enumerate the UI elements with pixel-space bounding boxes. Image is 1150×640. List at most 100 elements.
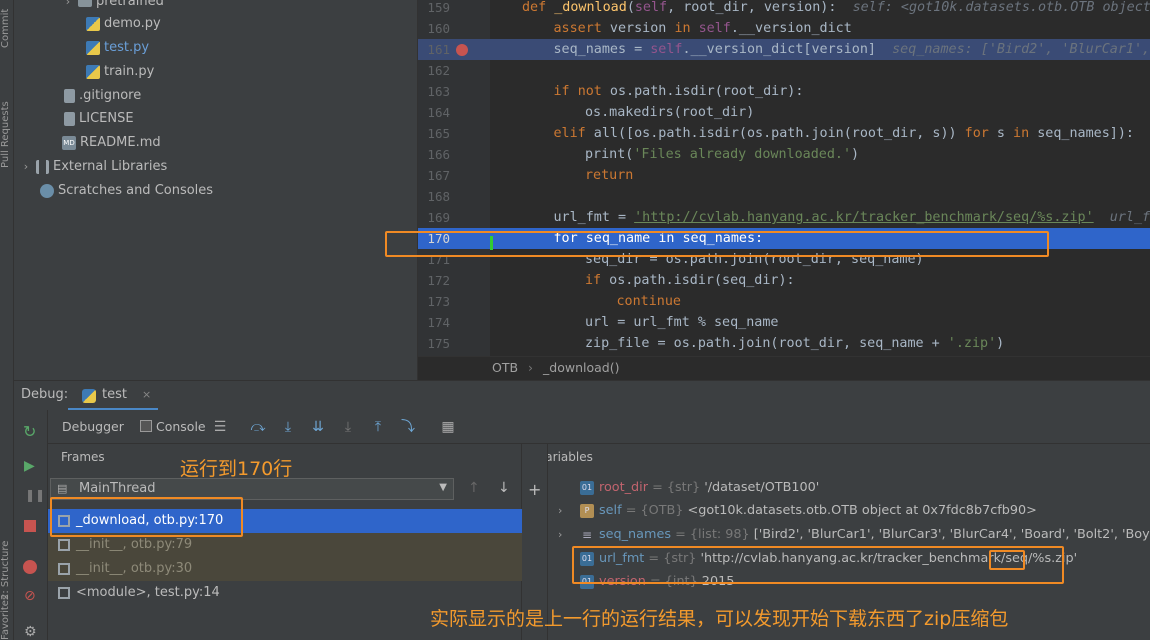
- line-number: 161: [427, 42, 450, 57]
- debug-config-tab[interactable]: test ×: [68, 381, 158, 411]
- stop-icon[interactable]: [24, 520, 36, 532]
- resume-icon[interactable]: ▶: [24, 458, 35, 474]
- expand-arrow-icon[interactable]: ›: [20, 156, 32, 178]
- tab-debugger[interactable]: Debugger: [62, 419, 124, 434]
- variable-name: self: [599, 503, 622, 518]
- structure-tab[interactable]: 2: Structure: [0, 520, 14, 600]
- variable-icon: 01: [580, 481, 594, 495]
- code-editor[interactable]: 159 def _download(self, root_dir, version…: [418, 0, 1150, 356]
- frame-icon: [58, 587, 70, 599]
- inline-value-hint: seq_names: ['Bird2', 'BlurCar1',: [892, 42, 1150, 57]
- evaluate-expression-icon[interactable]: ▦: [440, 419, 456, 435]
- line-number: 173: [427, 294, 450, 309]
- tree-item-train-py[interactable]: train.py: [86, 61, 154, 83]
- tree-label: demo.py: [104, 16, 161, 31]
- favorites-tab[interactable]: Favorites: [0, 595, 14, 640]
- pause-icon[interactable]: ❚❚: [25, 488, 45, 502]
- expand-arrow-icon[interactable]: ›: [558, 523, 562, 547]
- line-number: 166: [427, 147, 450, 162]
- frame-label: __init__, otb.py:30: [76, 561, 193, 576]
- code-line[interactable]: 172 if os.path.isdir(seq_dir):: [418, 270, 1150, 291]
- frame-label: __init__, otb.py:79: [76, 537, 193, 552]
- code-line[interactable]: 163 if not os.path.isdir(root_dir):: [418, 81, 1150, 102]
- frame-down-icon[interactable]: ↓: [498, 480, 510, 496]
- debug-header: Debug: test ×: [14, 380, 1150, 411]
- code-text: assert version in self.__version_dict: [553, 21, 852, 36]
- code-line[interactable]: 161 seq_names = self.__version_dict[versi…: [418, 39, 1150, 60]
- variable-type: = {str}: [652, 480, 701, 495]
- tree-item-readme[interactable]: MD README.md: [62, 132, 161, 154]
- menu-icon[interactable]: ☰: [212, 419, 228, 435]
- expand-arrow-icon[interactable]: ›: [558, 499, 562, 523]
- step-over-icon[interactable]: ⤓: [280, 419, 296, 435]
- line-number: 167: [427, 168, 450, 183]
- tree-label: LICENSE: [79, 111, 134, 126]
- code-line[interactable]: 174 url = url_fmt % seq_name: [418, 312, 1150, 333]
- code-text: def _download(self, root_dir, version): …: [522, 0, 1150, 15]
- rerun-icon[interactable]: ↻: [23, 422, 36, 441]
- variable-value: ['Bird2', 'BlurCar1', 'BlurCar3', 'BlurC…: [753, 527, 1150, 542]
- code-text: if not os.path.isdir(root_dir):: [553, 84, 804, 99]
- code-line[interactable]: 159 def _download(self, root_dir, version…: [418, 0, 1150, 18]
- expand-arrow-icon[interactable]: ›: [62, 0, 74, 13]
- tree-item-scratches[interactable]: Scratches and Consoles: [40, 180, 213, 202]
- step-out-icon[interactable]: ⤒: [370, 419, 386, 435]
- tab-console[interactable]: Console: [156, 419, 206, 434]
- tree-item-gitignore[interactable]: .gitignore: [64, 85, 141, 107]
- commit-tab[interactable]: Commit: [0, 2, 14, 48]
- code-line[interactable]: 160 assert version in self.__version_dict: [418, 18, 1150, 39]
- tree-item-demo-py[interactable]: demo.py: [86, 13, 161, 35]
- code-text: os.makedirs(root_dir): [585, 105, 755, 120]
- line-number: 164: [427, 105, 450, 120]
- breadcrumb-method[interactable]: _download(): [543, 360, 619, 375]
- code-line[interactable]: 173 continue: [418, 291, 1150, 312]
- code-line[interactable]: 164 os.makedirs(root_dir): [418, 102, 1150, 123]
- highlight-box-line-170: [385, 231, 1049, 257]
- frame-icon: [58, 539, 70, 551]
- frame-item[interactable]: __init__, otb.py:30: [48, 557, 522, 581]
- code-line[interactable]: 168: [418, 186, 1150, 207]
- code-line[interactable]: 169 url_fmt = 'http://cvlab.hanyang.ac.kr…: [418, 207, 1150, 228]
- tree-label: .gitignore: [79, 88, 142, 103]
- settings-icon[interactable]: ⚙: [24, 624, 37, 640]
- show-execution-point-icon[interactable]: ⤼: [250, 419, 266, 435]
- breadcrumb-class[interactable]: OTB: [492, 360, 518, 375]
- frame-item[interactable]: <module>, test.py:14: [48, 581, 522, 605]
- highlight-box-frame: [50, 497, 243, 537]
- code-line[interactable]: 167 return: [418, 165, 1150, 186]
- thread-icon: ▤: [57, 482, 68, 495]
- mute-breakpoints-icon[interactable]: ⊘: [24, 588, 36, 604]
- tree-item-pretrained[interactable]: › pretrained: [62, 0, 164, 13]
- tree-item-test-py[interactable]: test.py: [86, 37, 149, 59]
- step-into-icon[interactable]: ⇊: [310, 419, 326, 435]
- frame-up-icon[interactable]: ↑: [468, 480, 480, 496]
- chevron-down-icon[interactable]: ▼: [439, 482, 447, 493]
- line-number: 172: [427, 273, 450, 288]
- add-watch-icon[interactable]: +: [528, 480, 541, 499]
- code-line[interactable]: 166 print('Files already downloaded.'): [418, 144, 1150, 165]
- breadcrumb-separator-icon: ›: [528, 360, 534, 375]
- file-icon: [64, 112, 75, 126]
- code-text: seq_names = self.__version_dict[version]…: [553, 42, 1150, 57]
- step-into-my-code-icon[interactable]: ⤓: [340, 419, 356, 435]
- variable-row[interactable]: › P self = {OTB} <got10k.datasets.otb.OT…: [548, 499, 1150, 523]
- view-breakpoints-icon[interactable]: [23, 560, 37, 574]
- variable-type: = {list: 98}: [675, 527, 750, 542]
- run-to-cursor-icon[interactable]: ⤵: [400, 419, 416, 435]
- code-text: continue: [616, 294, 682, 309]
- variable-row[interactable]: 01 root_dir = {str} '/dataset/OTB100': [548, 476, 1150, 500]
- line-number: 162: [427, 63, 450, 78]
- code-line[interactable]: 162: [418, 60, 1150, 81]
- code-text: if os.path.isdir(seq_dir):: [585, 273, 795, 288]
- tree-label: train.py: [104, 64, 155, 79]
- close-icon[interactable]: ×: [142, 388, 151, 401]
- pull-requests-tab[interactable]: Pull Requests: [0, 68, 14, 168]
- variable-row[interactable]: › ≡ seq_names = {list: 98} ['Bird2', 'Bl…: [548, 523, 1150, 547]
- code-line[interactable]: 175 zip_file = os.path.join(root_dir, seq…: [418, 333, 1150, 354]
- code-line[interactable]: 165 elif all([os.path.isdir(os.path.join(…: [418, 123, 1150, 144]
- breakpoint-icon[interactable]: [456, 44, 468, 56]
- tree-item-license[interactable]: LICENSE: [64, 108, 134, 130]
- frames-title: Frames: [61, 450, 105, 464]
- tree-item-external-libraries[interactable]: › External Libraries: [20, 156, 167, 178]
- inline-value-hint: url_fm: [1109, 210, 1150, 225]
